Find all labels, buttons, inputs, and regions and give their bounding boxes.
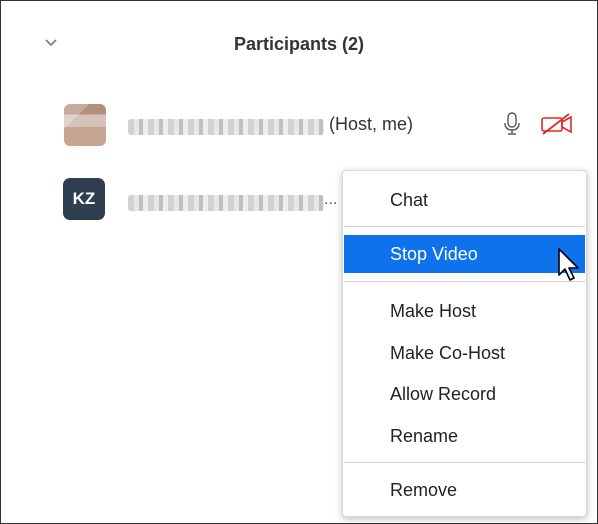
avatar-initials: KZ [63, 178, 105, 220]
host-label: (Host, me) [329, 114, 414, 134]
microphone-icon[interactable] [501, 112, 523, 136]
participants-panel: Participants (2) (Host, me) KZ ... Chat … [0, 0, 598, 524]
menu-separator [344, 462, 585, 463]
menu-item-chat[interactable]: Chat [344, 181, 585, 219]
mouse-pointer-icon [558, 248, 579, 281]
video-off-icon[interactable] [539, 113, 575, 135]
menu-separator [344, 226, 585, 227]
menu-separator [344, 281, 585, 282]
name-truncation: ... [324, 191, 338, 208]
menu-item-stop-video[interactable]: Stop Video [344, 235, 585, 273]
participant-context-menu: Chat Stop Video Make Host Make Co-Host A… [342, 170, 587, 517]
menu-item-rename[interactable]: Rename [344, 417, 585, 455]
menu-item-make-host[interactable]: Make Host [344, 292, 585, 330]
menu-item-allow-record[interactable]: Allow Record [344, 375, 585, 413]
menu-item-remove[interactable]: Remove [344, 471, 585, 509]
menu-item-make-co-host[interactable]: Make Co-Host [344, 334, 585, 372]
participant-name-obscured [128, 119, 324, 135]
participant-name-obscured [128, 195, 324, 211]
panel-title: Participants (2) [233, 34, 365, 54]
avatar [64, 104, 106, 146]
